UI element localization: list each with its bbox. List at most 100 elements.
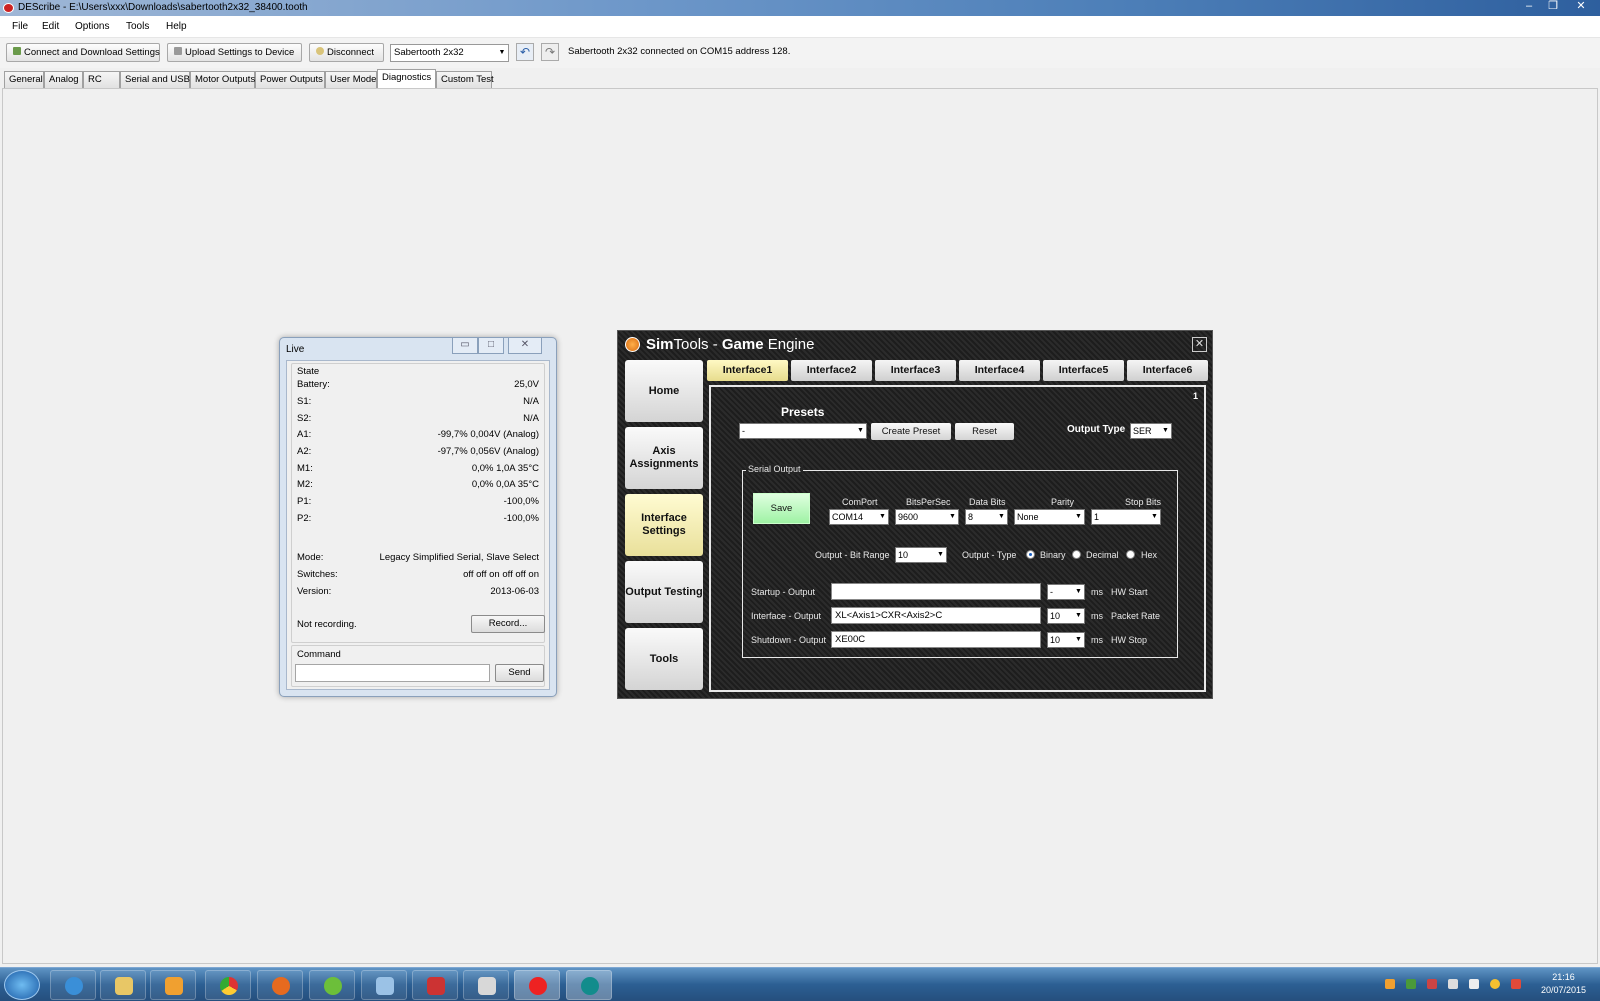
nav-axis-assignments-button[interactable]: Axis Assignments	[625, 427, 703, 489]
decimal-radio[interactable]	[1072, 550, 1081, 559]
tab-serial-usb[interactable]: Serial and USB	[120, 71, 190, 88]
nav-output-testing-button[interactable]: Output Testing	[625, 561, 703, 623]
upload-settings-button[interactable]: Upload Settings to Device	[167, 43, 302, 62]
live-maximize-icon[interactable]: □	[478, 338, 504, 354]
output-type-label: Output Type	[1067, 424, 1126, 435]
presets-label: Presets	[781, 405, 825, 419]
tab-interface2[interactable]: Interface2	[791, 360, 872, 381]
create-preset-button[interactable]: Create Preset	[871, 423, 951, 440]
undo-icon: ↶	[519, 45, 531, 59]
startup-ms-select[interactable]: - ▼	[1047, 584, 1085, 600]
state-row-p1: P1: -100,0%	[297, 496, 539, 507]
shutdown-output-input[interactable]: XE00C	[831, 631, 1041, 648]
tab-interface5[interactable]: Interface5	[1043, 360, 1124, 381]
tab-custom-test[interactable]: Custom Test	[436, 71, 494, 88]
close-icon[interactable]: ✕	[1570, 0, 1592, 14]
tab-rc[interactable]: RC	[83, 71, 120, 88]
menu-help[interactable]: Help	[166, 21, 187, 32]
taskbar-chrome-icon[interactable]	[205, 970, 251, 1000]
taskbar-toolbox-icon[interactable]	[412, 970, 458, 1000]
nav-tools-button[interactable]: Tools	[625, 628, 703, 690]
interface-output-input[interactable]: XL<Axis1>CXR<Axis2>C	[831, 607, 1041, 624]
packet-rate-label: Packet Rate	[1111, 611, 1161, 621]
tray-nvidia-icon[interactable]	[1406, 979, 1416, 989]
chevron-down-icon: ▼	[498, 49, 506, 56]
tray-volume-icon[interactable]	[1448, 979, 1458, 989]
taskbar-app-icon[interactable]	[361, 970, 407, 1000]
tab-interface4[interactable]: Interface4	[959, 360, 1040, 381]
bitspersec-select[interactable]: 9600 ▼	[895, 509, 959, 525]
connect-download-button[interactable]: Connect and Download Settings	[6, 43, 160, 62]
reset-button[interactable]: Reset	[955, 423, 1014, 440]
redo-button[interactable]: ↷	[541, 43, 559, 61]
taskbar-arduino-icon[interactable]	[566, 970, 612, 1000]
hex-radio[interactable]	[1126, 550, 1135, 559]
live-close-icon[interactable]: ✕	[508, 338, 542, 354]
nav-interface-settings-button[interactable]: Interface Settings	[625, 494, 703, 556]
output-type-select[interactable]: SER ▼	[1130, 423, 1172, 439]
nav-home-button[interactable]: Home	[625, 360, 703, 422]
chevron-down-icon: ▼	[857, 427, 864, 434]
taskbar-firefox-icon[interactable]	[257, 970, 303, 1000]
taskbar-media-player-icon[interactable]	[150, 970, 196, 1000]
state-row-a1: A1: -99,7% 0,004V (Analog)	[297, 429, 539, 440]
startup-output-input[interactable]	[831, 583, 1041, 600]
undo-button[interactable]: ↶	[516, 43, 534, 61]
save-button[interactable]: Save	[753, 493, 810, 524]
tray-simtools-icon[interactable]	[1385, 979, 1395, 989]
start-button[interactable]	[4, 970, 40, 1000]
tab-motor-outputs[interactable]: Motor Outputs	[190, 71, 255, 88]
comport-select[interactable]: COM14 ▼	[829, 509, 889, 525]
live-minimize-icon[interactable]: ▭	[452, 338, 478, 354]
tab-diagnostics[interactable]: Diagnostics	[377, 69, 436, 88]
taskbar-describe-icon[interactable]	[514, 970, 560, 1000]
taskbar-explorer-icon[interactable]	[100, 970, 146, 1000]
taskbar-clock[interactable]: 21:16 20/07/2015	[1541, 971, 1586, 997]
taskbar-paint-icon[interactable]	[463, 970, 509, 1000]
tab-general[interactable]: General	[4, 71, 44, 88]
toolbar: Connect and Download Settings Upload Set…	[0, 38, 1600, 68]
interface-ms-unit: ms	[1091, 611, 1103, 621]
hw-start-label: HW Start	[1111, 587, 1148, 597]
minimize-icon[interactable]: –	[1518, 0, 1540, 14]
window-titlebar: DEScribe - E:\Users\xxx\Downloads\sabert…	[0, 0, 1600, 16]
record-button[interactable]: Record...	[471, 615, 545, 633]
tray-network-icon[interactable]	[1469, 979, 1479, 989]
state-row-p2: P2: -100,0%	[297, 513, 539, 524]
tab-user-mode[interactable]: User Mode	[325, 71, 377, 88]
command-label: Command	[297, 649, 341, 660]
chevron-down-icon: ▼	[998, 513, 1005, 520]
simtools-close-icon[interactable]: ✕	[1192, 337, 1207, 352]
tab-power-outputs[interactable]: Power Outputs	[255, 71, 325, 88]
databits-select[interactable]: 8 ▼	[965, 509, 1008, 525]
chevron-down-icon: ▼	[1151, 513, 1158, 520]
menu-tools[interactable]: Tools	[126, 21, 149, 32]
disconnect-button[interactable]: Disconnect	[309, 43, 384, 62]
menu-edit[interactable]: Edit	[42, 21, 59, 32]
taskbar-ie-icon[interactable]	[50, 970, 96, 1000]
menu-options[interactable]: Options	[75, 21, 109, 32]
tray-app-icon[interactable]	[1427, 979, 1437, 989]
tab-interface6[interactable]: Interface6	[1127, 360, 1208, 381]
state-row-s2: S2: N/A	[297, 413, 539, 424]
tab-interface3[interactable]: Interface3	[875, 360, 956, 381]
binary-radio[interactable]	[1026, 550, 1035, 559]
device-select[interactable]: Sabertooth 2x32 ▼	[390, 44, 509, 62]
shutdown-ms-select[interactable]: 10 ▼	[1047, 632, 1085, 648]
tray-flag-icon[interactable]	[1511, 979, 1521, 989]
stopbits-select[interactable]: 1 ▼	[1091, 509, 1161, 525]
state-row-m2: M2: 0,0% 0,0A 35°C	[297, 479, 539, 490]
maximize-icon[interactable]: ❐	[1542, 0, 1564, 14]
command-input[interactable]	[295, 664, 490, 682]
info-row-version: Version: 2013-06-03	[297, 586, 539, 597]
interface-ms-select[interactable]: 10 ▼	[1047, 608, 1085, 624]
taskbar-utorrent-icon[interactable]	[309, 970, 355, 1000]
menu-file[interactable]: File	[12, 21, 28, 32]
preset-select[interactable]: - ▼	[739, 423, 867, 439]
bit-range-select[interactable]: 10 ▼	[895, 547, 947, 563]
send-button[interactable]: Send	[495, 664, 544, 682]
parity-select[interactable]: None ▼	[1014, 509, 1085, 525]
tray-update-icon[interactable]	[1490, 979, 1500, 989]
tab-analog[interactable]: Analog	[44, 71, 83, 88]
tab-interface1[interactable]: Interface1	[707, 360, 788, 381]
